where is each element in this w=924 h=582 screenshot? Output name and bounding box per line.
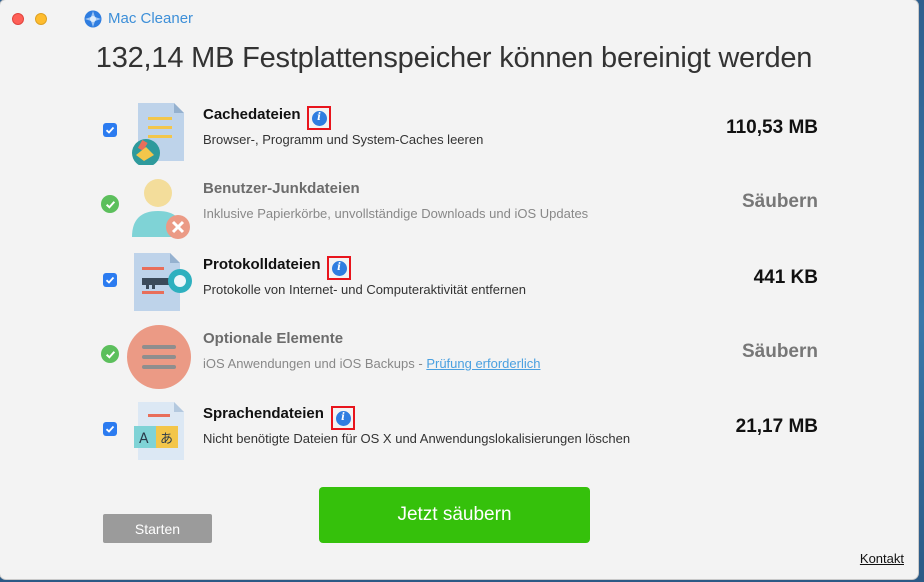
list-item-cache-files[interactable]: Cachedateien i Browser-, Programm und Sy…: [0, 93, 918, 167]
info-icon[interactable]: i: [335, 410, 351, 426]
row-description: Protokolle von Internet- und Computerakt…: [203, 282, 527, 297]
row-description: Nicht benötigte Dateien für OS X und Anw…: [203, 431, 631, 446]
svg-text:A: A: [139, 431, 149, 447]
language-files-icon: A あ: [134, 402, 184, 460]
info-icon[interactable]: i: [311, 110, 327, 126]
row-title: Optionale Elemente: [203, 330, 344, 347]
user-junk-icon: [132, 179, 190, 239]
review-required-link[interactable]: Prüfung erforderlich: [426, 356, 540, 371]
row-title: Protokolldateien: [203, 256, 321, 273]
optional-items-icon: [127, 325, 191, 389]
row-title: Benutzer-Junkdateien: [203, 180, 360, 197]
list-item-user-junk[interactable]: Benutzer-Junkdateien Inklusive Papierkör…: [0, 167, 918, 241]
description-text: iOS Anwendungen und iOS Backups -: [203, 356, 427, 371]
list-item-optional-items[interactable]: Optionale Elemente iOS Anwendungen und i…: [0, 317, 918, 391]
row-title: Sprachendateien: [203, 405, 324, 422]
row-size: 110,53 MB: [726, 117, 818, 138]
checkbox[interactable]: [103, 422, 117, 436]
svg-text:あ: あ: [160, 432, 173, 447]
row-title: Cachedateien: [203, 106, 301, 123]
clean-now-button[interactable]: Jetzt säubern: [319, 487, 590, 543]
minimize-window-button[interactable]: [35, 13, 47, 25]
row-status: Säubern: [741, 191, 818, 212]
close-window-button[interactable]: [12, 13, 24, 25]
page-headline: 132,14 MB Festplattenspeicher können ber…: [95, 42, 813, 74]
checkbox[interactable]: [103, 123, 117, 137]
done-check-icon: [101, 195, 119, 213]
row-description: Browser-, Programm und System-Caches lee…: [203, 132, 484, 147]
start-button[interactable]: Starten: [103, 514, 212, 543]
done-check-icon: [101, 345, 119, 363]
row-status: Säubern: [741, 341, 818, 362]
cache-files-icon: [132, 103, 184, 165]
row-size: 21,17 MB: [735, 416, 818, 437]
row-size: 441 KB: [753, 267, 818, 288]
app-window: Mac Cleaner 132,14 MB Festplattenspeiche…: [0, 0, 918, 579]
app-title: Mac Cleaner: [108, 10, 194, 27]
info-icon[interactable]: i: [331, 260, 347, 276]
list-item-language-files[interactable]: A あ Sprachendateien i Nicht benötigte Da…: [0, 392, 918, 466]
checkbox[interactable]: [103, 273, 117, 287]
title-bar: Mac Cleaner: [0, 0, 918, 36]
info-highlight[interactable]: i: [331, 406, 355, 430]
log-files-icon: [134, 253, 192, 311]
info-highlight[interactable]: i: [327, 256, 351, 280]
info-highlight[interactable]: i: [307, 106, 331, 130]
list-item-log-files[interactable]: Protokolldateien i Protokolle von Intern…: [0, 243, 918, 317]
row-description: Inklusive Papierkörbe, unvollständige Do…: [203, 206, 589, 221]
row-description: iOS Anwendungen und iOS Backups - Prüfun…: [203, 356, 540, 371]
app-logo-icon: [84, 10, 102, 28]
contact-link[interactable]: Kontakt: [860, 551, 904, 566]
